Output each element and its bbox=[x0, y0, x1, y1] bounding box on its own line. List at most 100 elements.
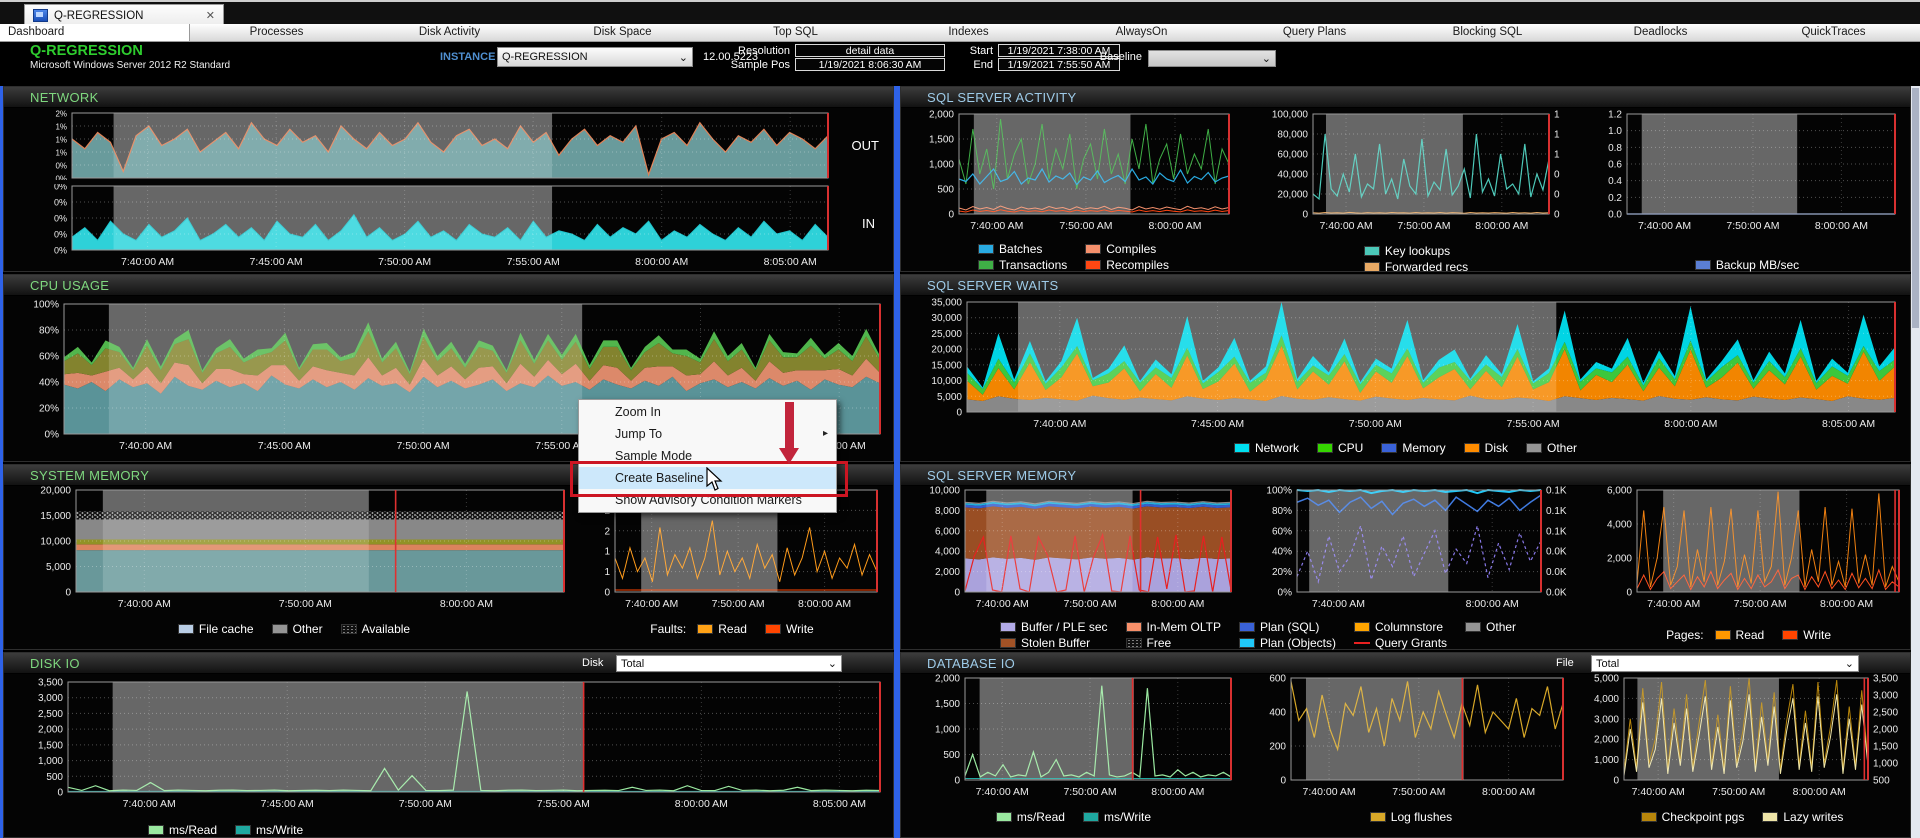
svg-text:2,500: 2,500 bbox=[38, 709, 63, 720]
legend-label: Batches bbox=[999, 242, 1043, 256]
chart-activity-backup[interactable]: 1.2 1.0 0.8 0.6 0.4 0.2 0.0 7:40:00 AM 7:50:00 A… bbox=[1587, 108, 1907, 241]
legend-item[interactable]: Recompiles bbox=[1085, 258, 1169, 272]
legend-swatch bbox=[1000, 638, 1016, 648]
chart-sql-memory-pages[interactable]: 6,000 4,000 2,000 0 7:40:00 AM 7:50:00 AM 8:00… bbox=[1587, 486, 1907, 619]
legend-swatch bbox=[697, 624, 714, 634]
legend-item[interactable]: CPU bbox=[1316, 441, 1363, 455]
svg-text:7:50:00 AM: 7:50:00 AM bbox=[1712, 786, 1765, 798]
nav-quicktraces[interactable]: QuickTraces bbox=[1747, 24, 1920, 41]
chart-disk-io[interactable]: 3,500 3,000 2,500 2,000 1,500 1,000 500 0 7:40:0… bbox=[8, 676, 890, 821]
legend-item[interactable]: Key lookups bbox=[1363, 244, 1450, 258]
legend-item[interactable]: Columnstore bbox=[1354, 620, 1447, 634]
legend-item[interactable]: ms/Read bbox=[148, 823, 217, 837]
chart-network-in[interactable]: 0% 0% 0% 0% 0% 7:40:00 AM 7:45:00 AM 7:50:00 AM… bbox=[10, 182, 882, 275]
legend-item[interactable]: Transactions bbox=[978, 258, 1067, 272]
chart-log-flushes[interactable]: 600 400 200 0 7:40:00 AM 7:50:00 AM 8:00:00 AM bbox=[1251, 674, 1571, 807]
chart-network-out[interactable]: 2% 1% 1% 1% 0% 0% bbox=[10, 110, 882, 185]
nav-disk-activity[interactable]: Disk Activity bbox=[363, 24, 536, 41]
svg-text:7:50:00 AM: 7:50:00 AM bbox=[1059, 220, 1112, 232]
chart-activity-batches[interactable]: 2,000 1,500 1,000 500 0 7:40:00 AM 7:50:00 AM 8… bbox=[909, 108, 1239, 241]
legend-item[interactable]: ms/Write bbox=[235, 823, 303, 837]
svg-text:2%: 2% bbox=[55, 110, 67, 119]
legend-item[interactable]: Available bbox=[340, 622, 410, 636]
sample-pos-value: 1/19/2021 8:06:30 AM bbox=[795, 58, 945, 71]
svg-text:0: 0 bbox=[1626, 588, 1632, 599]
nav-dashboard[interactable]: Dashboard bbox=[0, 24, 190, 41]
chart-checkpoint-lazy[interactable]: 5,000 4,000 3,000 2,000 1,000 0 3,500 3,000 2,50… bbox=[1572, 674, 1912, 807]
svg-text:0: 0 bbox=[1554, 190, 1560, 201]
chart-sql-waits[interactable]: 35,000 30,000 25,000 20,000 15,000 10,000 5,00… bbox=[905, 298, 1905, 439]
svg-text:7:50:00 AM: 7:50:00 AM bbox=[1063, 598, 1116, 610]
chart-sql-memory-buffer[interactable]: 10,000 8,000 6,000 4,000 2,000 0 7:40:00 AM 7:5… bbox=[909, 486, 1239, 619]
legend-item[interactable]: Compiles bbox=[1085, 242, 1169, 256]
legend-item[interactable]: Other bbox=[1465, 620, 1516, 634]
legend-item[interactable]: ms/Write bbox=[1082, 810, 1151, 824]
legend-item[interactable]: Plan (SQL) bbox=[1238, 620, 1336, 634]
legend-item[interactable]: Disk bbox=[1463, 441, 1508, 455]
legend-item[interactable]: File cache bbox=[177, 622, 254, 636]
legend-item[interactable]: Other bbox=[1526, 441, 1577, 455]
legend-item[interactable]: Write bbox=[1782, 628, 1831, 642]
legend-item[interactable]: In-Mem OLTP bbox=[1125, 620, 1221, 634]
legend-item[interactable]: Lazy writes bbox=[1762, 810, 1843, 824]
nav-deadlocks[interactable]: Deadlocks bbox=[1574, 24, 1747, 41]
tab-q-regression[interactable]: Q-REGRESSION ✕ bbox=[24, 4, 224, 26]
panel-title: SYSTEM MEMORY bbox=[30, 467, 150, 483]
legend-item[interactable]: Plan (Objects) bbox=[1238, 636, 1336, 650]
disk-filter-dropdown[interactable]: Total ⌄ bbox=[616, 655, 842, 672]
chart-system-memory[interactable]: 20,000 15,000 10,000 5,000 0 7:40:00 AM 7:50:0… bbox=[14, 486, 574, 619]
legend-item[interactable]: Batches bbox=[978, 242, 1067, 256]
legend-item[interactable]: Memory bbox=[1381, 441, 1446, 455]
legend-item[interactable]: Log flushes bbox=[1369, 810, 1452, 824]
chevron-down-icon: ⌄ bbox=[1261, 53, 1271, 65]
panel-title: DATABASE IO bbox=[927, 655, 1016, 671]
legend-item[interactable]: Backup MB/sec bbox=[1694, 258, 1799, 272]
file-filter-dropdown[interactable]: Total ⌄ bbox=[1591, 655, 1859, 672]
svg-text:20,000: 20,000 bbox=[40, 486, 71, 497]
legend-item[interactable]: Stolen Buffer bbox=[1000, 636, 1108, 650]
file-filter-label: File bbox=[1556, 657, 1574, 669]
svg-text:80%: 80% bbox=[39, 326, 59, 337]
svg-text:1: 1 bbox=[1554, 150, 1560, 161]
nav-blocking-sql[interactable]: Blocking SQL bbox=[1401, 24, 1574, 41]
chart-activity-batches-svg: 2,000 1,500 1,000 500 0 7:40:00 AM 7:50:00 AM 8… bbox=[928, 110, 1230, 232]
svg-text:7:50:00 AM: 7:50:00 AM bbox=[1063, 786, 1116, 798]
legend-item[interactable]: Read bbox=[697, 622, 747, 636]
legend-item[interactable]: Free bbox=[1125, 636, 1221, 650]
network-in-label: IN bbox=[862, 216, 875, 231]
svg-text:1,500: 1,500 bbox=[1873, 742, 1898, 753]
svg-text:20%: 20% bbox=[39, 404, 59, 415]
nav-top-sql[interactable]: Top SQL bbox=[709, 24, 882, 41]
menu-item-jump-to[interactable]: Jump To ▸ bbox=[579, 423, 836, 445]
nav-processes[interactable]: Processes bbox=[190, 24, 363, 41]
legend-item[interactable]: Write bbox=[764, 622, 814, 636]
legend-item[interactable]: Other bbox=[271, 622, 323, 636]
svg-text:7:50:00 AM: 7:50:00 AM bbox=[1734, 598, 1787, 610]
legend-item[interactable]: Read bbox=[1714, 628, 1764, 642]
scrollbar-thumb[interactable] bbox=[1912, 88, 1919, 328]
svg-text:0: 0 bbox=[1280, 776, 1286, 787]
legend-item[interactable]: Buffer / PLE sec bbox=[1000, 620, 1108, 634]
chart-activity-lookups[interactable]: 100,000 80,000 60,000 40,000 20,000 0 1 1 1 0 0 0 7:… bbox=[1251, 108, 1581, 241]
svg-text:0%: 0% bbox=[45, 430, 60, 441]
close-icon[interactable]: ✕ bbox=[206, 9, 215, 22]
legend-item[interactable]: ms/Read bbox=[995, 810, 1065, 824]
instance-dropdown[interactable]: Q-REGRESSION ⌄ bbox=[497, 47, 693, 67]
nav-disk-space[interactable]: Disk Space bbox=[536, 24, 709, 41]
chart-sql-memory-plan[interactable]: 100% 80% 60% 40% 20% 0% 0.1K 0.1K 0.1K 0.0K 0.0K 0.… bbox=[1251, 486, 1581, 619]
baseline-dropdown[interactable]: ⌄ bbox=[1148, 50, 1276, 67]
vertical-scrollbar[interactable] bbox=[1911, 86, 1920, 838]
nav-alwayson[interactable]: AlwaysOn bbox=[1055, 24, 1228, 41]
svg-text:0.1K: 0.1K bbox=[1546, 526, 1567, 537]
nav-query-plans[interactable]: Query Plans bbox=[1228, 24, 1401, 41]
svg-text:1,500: 1,500 bbox=[934, 699, 959, 710]
nav-indexes[interactable]: Indexes bbox=[882, 24, 1055, 41]
menu-item-zoom-in[interactable]: Zoom In bbox=[579, 401, 836, 423]
chart-database-io-ms[interactable]: 2,000 1,500 1,000 500 0 7:40:00 AM 7:50:00 AM 8… bbox=[909, 674, 1239, 807]
legend-item[interactable]: Network bbox=[1233, 441, 1299, 455]
svg-text:500: 500 bbox=[937, 185, 954, 196]
legend-item[interactable]: Query Grants bbox=[1354, 636, 1447, 650]
svg-text:1.2: 1.2 bbox=[1608, 110, 1622, 121]
legend-item[interactable]: Forwarded recs bbox=[1363, 260, 1468, 274]
legend-item[interactable]: Checkpoint pgs bbox=[1640, 810, 1744, 824]
